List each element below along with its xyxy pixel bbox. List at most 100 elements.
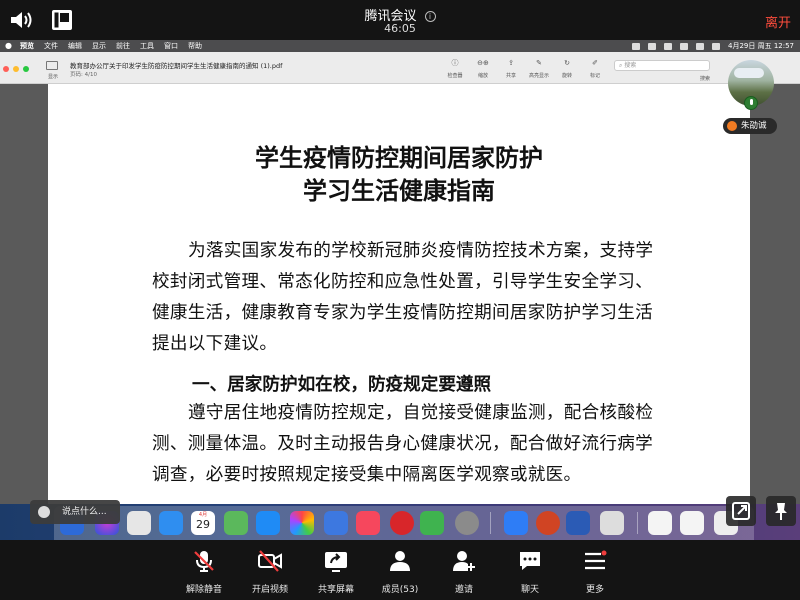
zoom-button[interactable]: ⊖⊕ 缩放	[473, 58, 493, 79]
dock-separator	[637, 512, 638, 534]
emoji-icon[interactable]	[38, 506, 50, 518]
tencent-meeting-icon[interactable]	[504, 511, 528, 535]
recent-document-icon[interactable]	[680, 511, 704, 535]
minimize-window-icon[interactable]	[13, 66, 19, 72]
window-controls	[3, 66, 29, 72]
more-button[interactable]: 更多	[565, 549, 625, 595]
recent-document-icon[interactable]	[648, 511, 672, 535]
mic-muted-icon	[194, 551, 214, 572]
highlight-button[interactable]: ✎ 高亮显示	[529, 58, 549, 79]
share-screen-button[interactable]: 共享屏幕	[306, 549, 366, 595]
info-icon: ⓘ	[451, 59, 459, 67]
tool-label: 标记	[589, 73, 600, 79]
wechat-icon[interactable]	[420, 511, 444, 535]
camera-off-icon	[258, 550, 282, 572]
chat-placeholder: 说点什么...	[62, 507, 107, 517]
meeting-timer: 46:05	[384, 22, 416, 35]
toolbar-label: 更多	[585, 585, 604, 595]
toolbar-label: 解除静音	[185, 585, 222, 595]
share-icon: ⇪	[508, 59, 514, 67]
document-paragraph-2: 遵守居住地疫情防控规定，自觉接受健康监测，配合核酸检 测、测量体温。及时主动报告…	[152, 398, 682, 491]
document-filename: 教育部办公厅关于印发学生防疫防控期间学生生活健康指南的通知 (1).pdf	[70, 62, 283, 70]
text-line: 校封闭式管理、常态化防控和应急性处置，引导学生安全学习、	[152, 272, 654, 292]
control-center-icon[interactable]	[712, 42, 721, 50]
toolbar-label: 成员(53)	[381, 585, 419, 595]
share-view-button[interactable]	[726, 496, 756, 526]
app-store-icon[interactable]	[256, 511, 280, 535]
document-heading-1: 一、居家防护如在校，防疫规定要遵照	[192, 374, 492, 395]
tool-label: 共享	[505, 73, 516, 79]
search-icon[interactable]	[696, 42, 705, 50]
screenshot-thumbnail-icon[interactable]	[600, 511, 624, 535]
more-icon	[585, 550, 607, 570]
document-title-line2: 学习生活健康指南	[303, 176, 495, 205]
toolbar-label: 邀请	[454, 585, 473, 595]
menu-item[interactable]: 工具	[140, 40, 154, 52]
start-video-button[interactable]: 开启视频	[240, 549, 300, 595]
meeting-info-icon[interactable]: i	[424, 11, 436, 22]
preview-toolbar: 显示 教育部办公厅关于印发学生防疫防控期间学生生活健康指南的通知 (1).pdf…	[0, 52, 800, 84]
powerpoint-icon[interactable]	[536, 511, 560, 535]
launchpad-icon[interactable]	[127, 511, 151, 535]
text-line: 测、测量体温。及时主动报告身心健康状况，配合做好流行病学	[152, 434, 654, 454]
apple-menu-icon[interactable]: ●	[5, 40, 12, 52]
safari-icon[interactable]	[159, 511, 183, 535]
share-button[interactable]: ⇪ 共享	[501, 58, 521, 79]
mic-active-icon	[744, 96, 758, 110]
menu-item[interactable]: 显示	[92, 40, 106, 52]
page-indicator: 页码: 4/10	[70, 72, 97, 78]
status-icon[interactable]	[632, 42, 641, 50]
expand-icon	[732, 502, 750, 520]
chat-button[interactable]: 聊天	[500, 549, 560, 595]
text-line: 健康生活，健康教育专家为学生疫情防控期间居家防护学习生活	[152, 303, 654, 323]
photos-icon[interactable]	[290, 511, 314, 535]
text-line: 遵守居住地疫情防控规定，自觉接受健康监测，配合核酸检	[188, 403, 654, 423]
menu-item[interactable]: 帮助	[188, 40, 202, 52]
bluetooth-icon[interactable]	[648, 42, 657, 50]
document-title-line1: 学生疫情防控期间居家防护	[255, 143, 543, 172]
chat-quick-input[interactable]: 说点什么...	[30, 500, 120, 524]
avatar-cloud	[734, 68, 764, 78]
wifi-icon[interactable]	[680, 42, 689, 50]
share-screen-icon	[325, 552, 347, 572]
markup-icon: ✐	[592, 59, 598, 67]
maps-icon[interactable]	[224, 511, 248, 535]
keynote-icon[interactable]	[324, 511, 348, 535]
invite-button[interactable]: 邀请	[434, 549, 494, 595]
menu-item[interactable]: 窗口	[164, 40, 178, 52]
netease-music-icon[interactable]	[390, 511, 414, 535]
members-button[interactable]: 成员(53)	[370, 549, 430, 595]
members-icon	[390, 551, 410, 571]
close-window-icon[interactable]	[3, 66, 9, 72]
music-icon[interactable]	[356, 511, 380, 535]
menu-item[interactable]: 编辑	[68, 40, 82, 52]
calendar-icon[interactable]: 4月 29	[191, 511, 215, 535]
battery-icon[interactable]	[664, 42, 673, 50]
zoom-window-icon[interactable]	[23, 66, 29, 72]
participant-tile[interactable]	[728, 60, 774, 120]
sidebar-toggle-icon[interactable]	[46, 61, 58, 70]
chat-icon	[520, 552, 540, 570]
menu-item[interactable]: 文件	[44, 40, 58, 52]
tool-label: 检查器	[447, 73, 463, 79]
zoom-icon: ⊖⊕	[477, 59, 489, 67]
sidebar-toggle-label: 显示	[48, 74, 59, 80]
user-icon	[727, 121, 737, 131]
dock-separator	[490, 512, 491, 534]
pin-icon	[775, 503, 787, 520]
leave-button[interactable]: 离开	[765, 12, 791, 31]
document-paragraph-1: 为落实国家发布的学校新冠肺炎疫情防控技术方案，支持学 校封闭式管理、常态化防控和…	[152, 236, 682, 360]
search-placeholder: 搜索	[624, 62, 637, 69]
preview-tools: ⓘ 检查器 ⊖⊕ 缩放 ⇪ 共享 ✎ 高亮显示 ↻ 旋转 ✐ 标记	[445, 58, 605, 79]
unmute-button[interactable]: 解除静音	[174, 549, 234, 595]
menu-item[interactable]: 前往	[116, 40, 130, 52]
search-input[interactable]: ⌕ 搜索	[614, 60, 710, 71]
system-preferences-icon[interactable]	[455, 511, 479, 535]
pin-button[interactable]	[766, 496, 796, 526]
rotate-button[interactable]: ↻ 旋转	[557, 58, 577, 79]
word-icon[interactable]	[566, 511, 590, 535]
inspector-button[interactable]: ⓘ 检查器	[445, 58, 465, 79]
text-line: 调查，必要时按照规定接受集中隔离医学观察或就医。	[152, 465, 582, 485]
markup-button[interactable]: ✐ 标记	[585, 58, 605, 79]
menu-item[interactable]: 预览	[20, 40, 34, 52]
